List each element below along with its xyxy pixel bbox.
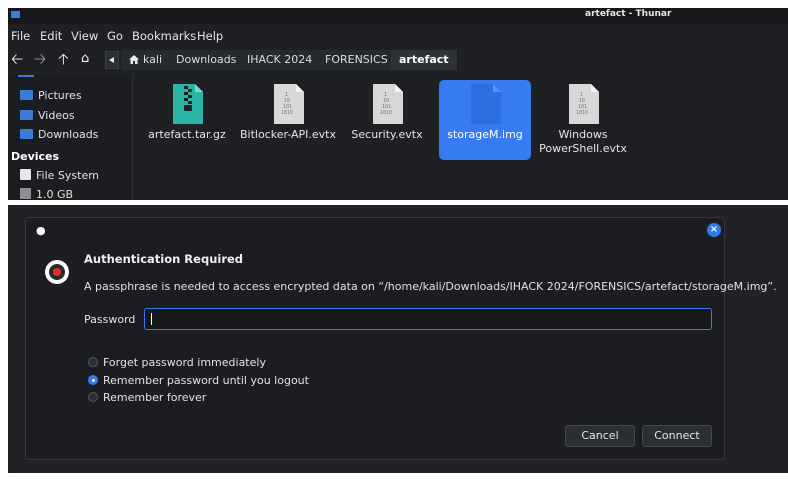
sidebar-item-pictures[interactable]: Pictures — [20, 88, 82, 104]
home-icon — [129, 55, 139, 64]
file-name-line-2: PowerShell.evtx — [539, 142, 627, 155]
window-menu-icon[interactable] — [11, 11, 20, 18]
sidebar: Pictures Videos Downloads Devices File S… — [8, 74, 133, 200]
binary-file-icon: 1 10 101 1010 — [274, 84, 304, 124]
text-cursor — [151, 313, 152, 325]
file-item-artefact-tar-gz[interactable]: artefact.tar.gz — [141, 80, 233, 160]
breadcrumb-ihack-2024[interactable]: IHACK 2024 — [239, 50, 322, 70]
connect-button[interactable]: Connect — [642, 425, 712, 447]
archive-icon — [173, 84, 203, 124]
breadcrumb-scroll-left-button[interactable] — [105, 51, 119, 69]
menu-view[interactable]: View — [71, 29, 98, 43]
radio-button[interactable] — [88, 357, 98, 367]
sidebar-item-label: Downloads — [38, 128, 99, 141]
file-item-security-evtx[interactable]: 1 10 101 1010 Security.evtx — [341, 80, 433, 160]
auth-lock-icon — [45, 260, 69, 284]
downloads-folder-icon — [20, 129, 33, 139]
radio-label: Remember password until you logout — [103, 374, 309, 387]
radio-forget-immediately[interactable]: Forget password immediately — [88, 355, 266, 371]
window-title: artefact - Thunar — [585, 9, 672, 19]
menu-file[interactable]: File — [11, 29, 30, 43]
breadcrumb-artefact[interactable]: artefact — [391, 50, 458, 70]
radio-button[interactable] — [88, 375, 98, 385]
videos-folder-icon — [20, 110, 33, 120]
svg-text:1010: 1010 — [380, 110, 392, 116]
menu-edit[interactable]: Edit — [40, 29, 62, 43]
location-bar: 🡠 🡢 🡡 ⌂ kali Downloads IHACK 2024 FORENS… — [8, 49, 788, 71]
radio-button[interactable] — [88, 392, 98, 402]
close-icon[interactable]: × — [707, 223, 721, 237]
radio-label: Forget password immediately — [103, 356, 266, 369]
file-grid: artefact.tar.gz 1 10 101 1010 Bitlocker-… — [133, 74, 788, 200]
file-name: Security.evtx — [351, 128, 423, 141]
menu-bookmarks[interactable]: Bookmarks — [132, 29, 196, 43]
file-name: Windows PowerShell.evtx — [537, 128, 629, 156]
file-item-storagem-img[interactable]: storageM.img — [439, 80, 531, 160]
sidebar-item-encrypted-drive[interactable]: 1.0 GB Encrypted — [20, 187, 132, 200]
home-icon[interactable]: ⌂ — [81, 51, 89, 67]
sidebar-item-label: Pictures — [38, 89, 82, 102]
encrypted-drive-icon — [20, 188, 31, 199]
file-name: storageM.img — [447, 128, 523, 141]
radio-label: Remember forever — [103, 391, 207, 404]
breadcrumb-label: kali — [143, 53, 163, 66]
file-name: artefact.tar.gz — [148, 128, 226, 141]
up-arrow-icon[interactable]: 🡡 — [58, 51, 69, 67]
drive-icon — [20, 169, 31, 180]
sidebar-item-file-system[interactable]: File System — [20, 168, 99, 184]
password-input[interactable] — [144, 308, 712, 330]
disk-image-icon — [471, 84, 501, 124]
breadcrumb-forensics[interactable]: FORENSICS — [317, 50, 397, 70]
cancel-button[interactable]: Cancel — [565, 425, 635, 447]
menu-go[interactable]: Go — [107, 29, 123, 43]
breadcrumb-kali[interactable]: kali — [121, 50, 172, 70]
radio-remember-until-logout[interactable]: Remember password until you logout — [88, 373, 309, 389]
sidebar-item-label: Videos — [38, 109, 75, 122]
forward-arrow-icon[interactable]: 🡢 — [34, 51, 46, 67]
svg-text:1010: 1010 — [576, 110, 588, 116]
sidebar-heading-devices: Devices — [11, 150, 60, 163]
password-label: Password — [84, 313, 136, 326]
file-name-line-1: Windows — [558, 128, 608, 141]
radio-remember-forever[interactable]: Remember forever — [88, 390, 206, 406]
dialog-description: A passphrase is needed to access encrypt… — [84, 280, 777, 293]
sidebar-item-downloads[interactable]: Downloads — [20, 127, 98, 143]
breadcrumb-downloads[interactable]: Downloads — [168, 50, 246, 70]
title-bar: artefact - Thunar — [8, 8, 788, 24]
svg-text:1010: 1010 — [281, 110, 293, 116]
file-item-windows-powershell-evtx[interactable]: 1 10 101 1010 Windows PowerShell.evtx — [537, 80, 629, 176]
sidebar-item-videos[interactable]: Videos — [20, 108, 75, 124]
binary-file-icon: 1 10 101 1010 — [569, 84, 599, 124]
menu-help[interactable]: Help — [197, 29, 223, 43]
pin-icon[interactable]: ● — [36, 224, 46, 237]
file-name: Bitlocker-API.evtx — [239, 128, 337, 141]
pictures-folder-icon — [20, 90, 33, 100]
file-item-bitlocker-api-evtx[interactable]: 1 10 101 1010 Bitlocker-API.evtx — [236, 80, 340, 160]
authentication-dialog: ● × Authentication Required A passphrase… — [25, 217, 777, 460]
binary-file-icon: 1 10 101 1010 — [373, 84, 403, 124]
sidebar-item-label: File System — [36, 169, 99, 182]
file-manager-window: artefact - Thunar File Edit View Go Book… — [8, 8, 788, 200]
menu-bar: File Edit View Go Bookmarks Help — [8, 26, 788, 46]
dialog-title: Authentication Required — [84, 252, 244, 266]
back-arrow-icon[interactable]: 🡠 — [11, 51, 23, 67]
